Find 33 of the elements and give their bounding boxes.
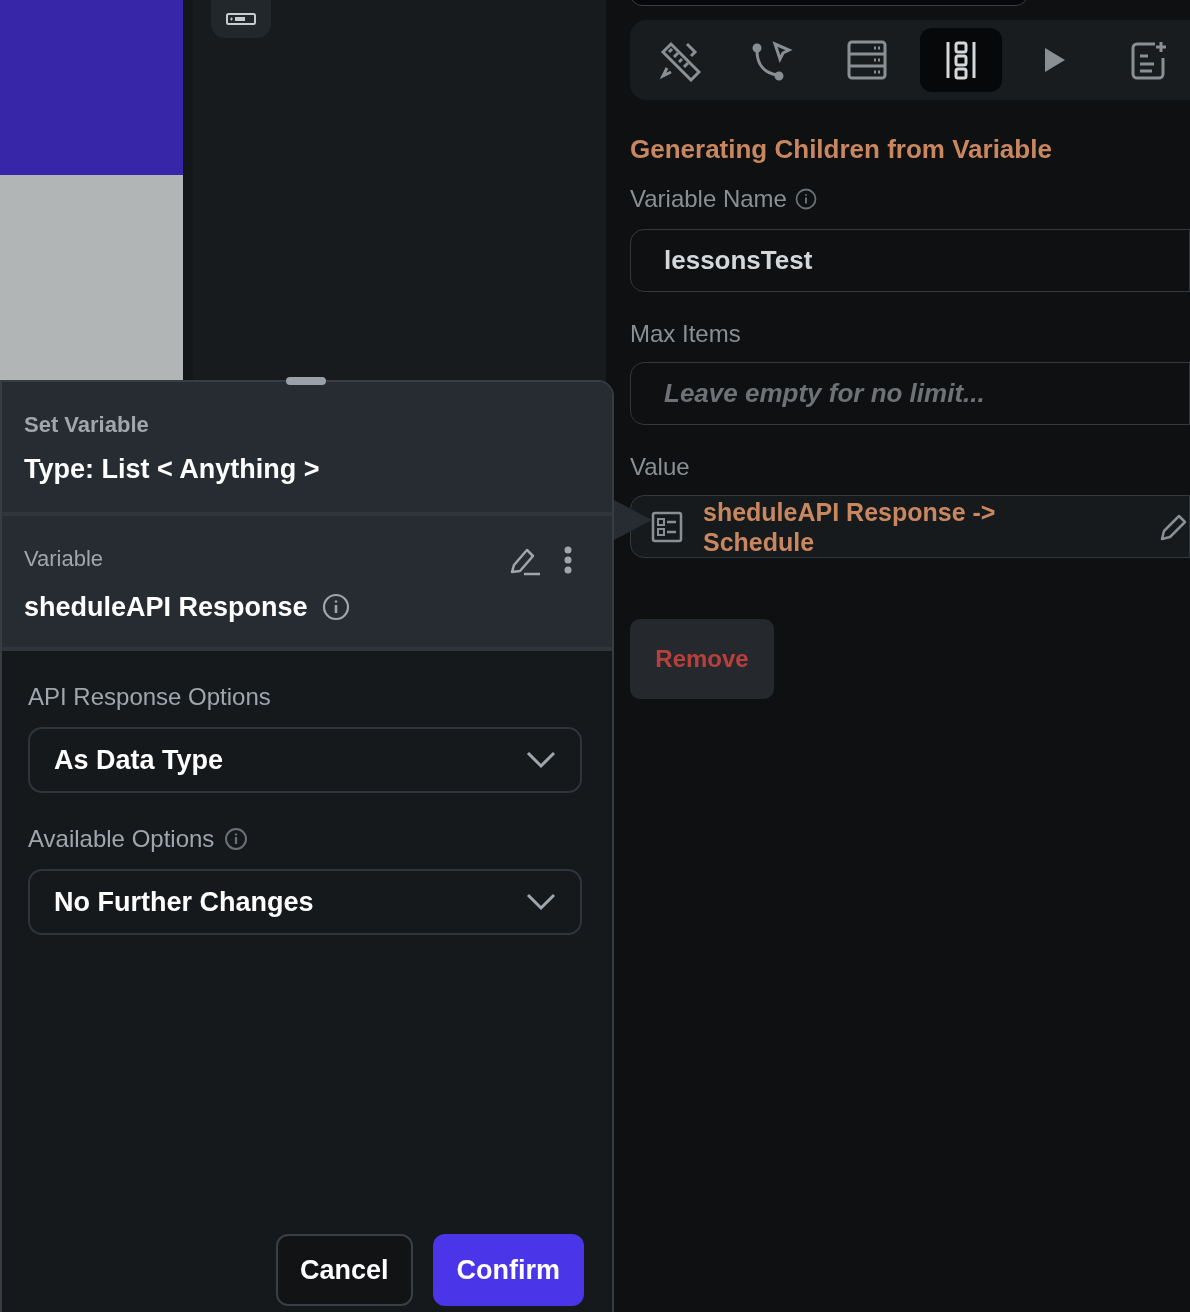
server-icon — [847, 40, 887, 80]
more-icon[interactable] — [564, 545, 572, 574]
input-field-icon — [225, 13, 256, 25]
drag-handle[interactable] — [286, 377, 326, 385]
variable-name-field[interactable]: lessonsTest — [630, 229, 1190, 292]
chevron-down-icon — [526, 893, 556, 911]
field-label: Value — [630, 452, 691, 482]
info-icon — [794, 188, 817, 210]
api-response-dropdown[interactable]: As Data Type — [28, 727, 582, 793]
available-options-dropdown[interactable]: No Further Changes — [28, 869, 582, 935]
field-label: Max Items — [630, 319, 742, 349]
confirm-button[interactable]: Confirm — [432, 1234, 584, 1306]
max-items-field[interactable]: Leave empty for no limit... — [631, 363, 1189, 424]
chevron-down-icon — [526, 751, 556, 769]
toolbar-tab[interactable] — [920, 28, 1002, 92]
popup-title: Set Variable — [24, 411, 150, 439]
section-title: Generating Children from Variable — [630, 133, 1053, 166]
value-field[interactable]: sheduleAPI Response -> Schedule — [630, 495, 1190, 558]
cancel-button[interactable]: Cancel — [275, 1234, 413, 1306]
pointer-arrow — [614, 500, 652, 540]
variable-name: sheduleAPI Response — [24, 590, 308, 624]
field-label: Available Options — [28, 824, 215, 854]
info-icon — [224, 827, 249, 851]
field-label: Variable — [24, 544, 105, 573]
field-label: API Response Options — [28, 682, 272, 712]
note-add-icon — [1129, 40, 1169, 80]
info-icon — [321, 592, 350, 621]
variable-type: Type: List < Anything > — [24, 453, 321, 486]
component-button[interactable] — [210, 0, 271, 38]
layout-columns-icon — [945, 40, 977, 80]
field-label: Variable Name — [630, 184, 787, 214]
list-icon — [651, 510, 683, 543]
play-icon — [1043, 46, 1067, 74]
